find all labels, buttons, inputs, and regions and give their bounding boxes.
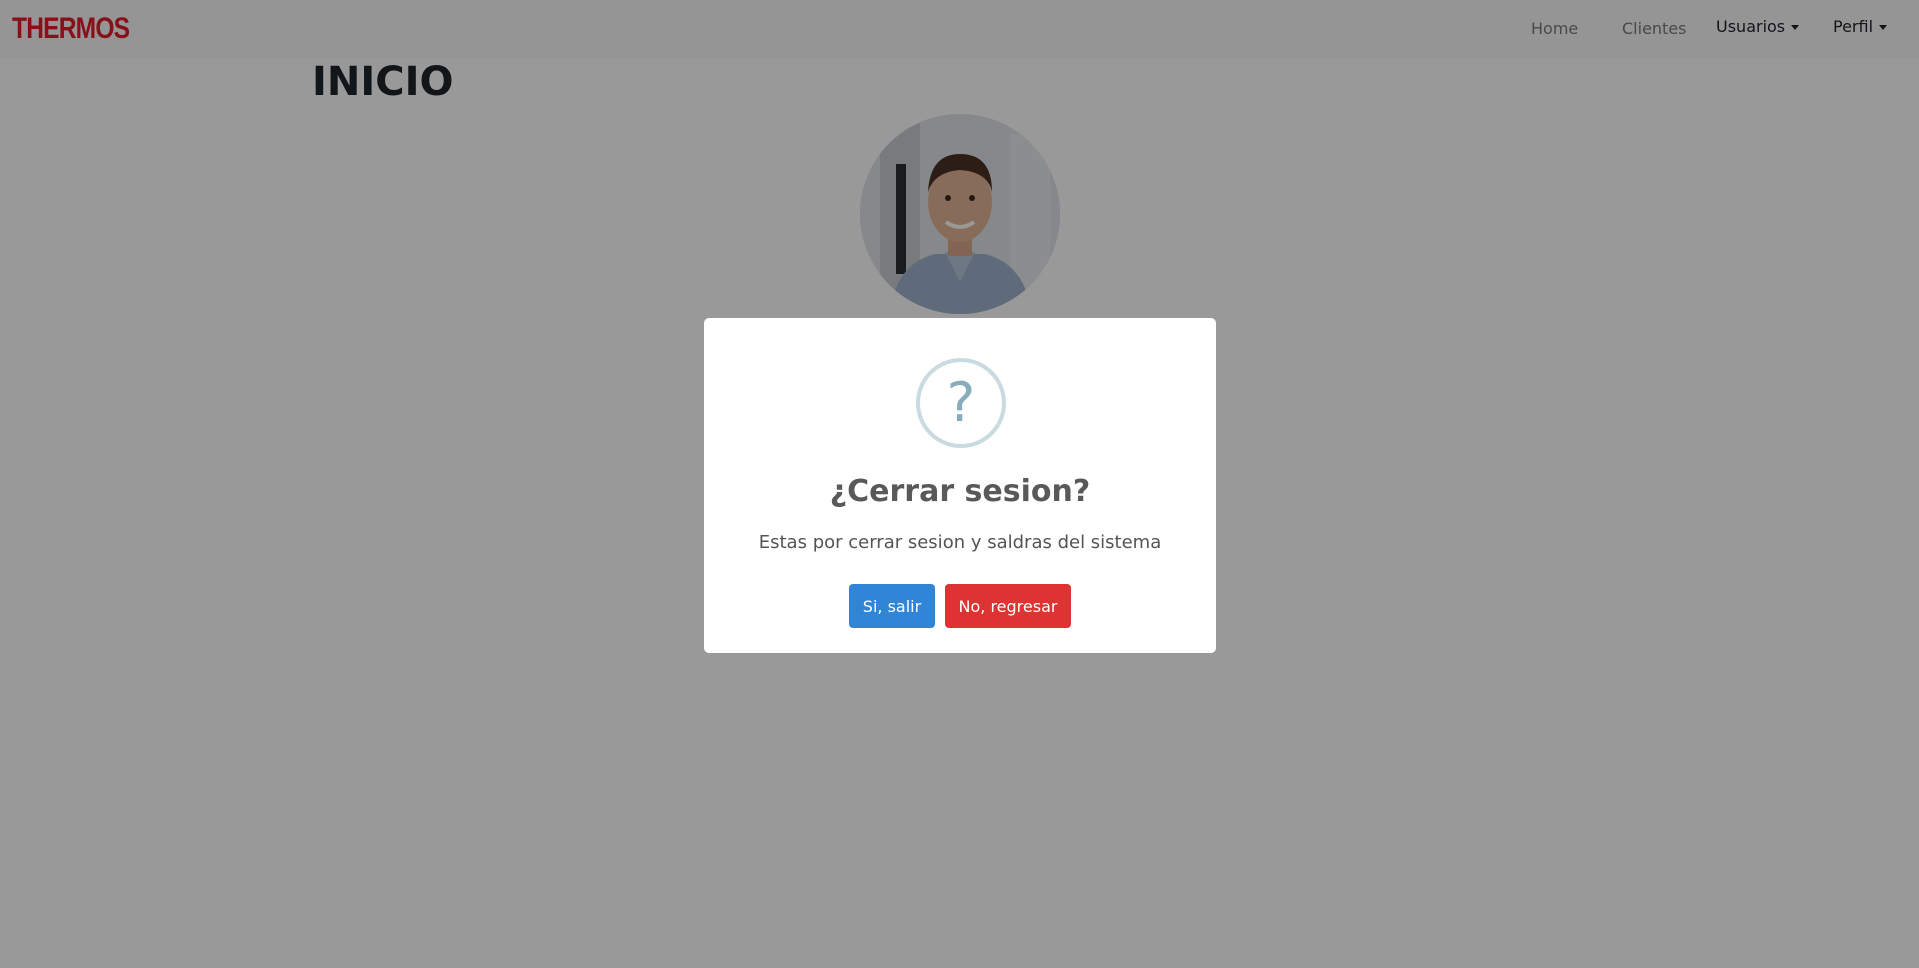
- confirm-logout-button[interactable]: Si, salir: [849, 584, 935, 628]
- dialog-title: ¿Cerrar sesion?: [829, 474, 1091, 509]
- cancel-logout-button[interactable]: No, regresar: [945, 584, 1071, 628]
- logout-dialog: ? ¿Cerrar sesion? Estas por cerrar sesio…: [704, 318, 1216, 653]
- page: THERMOS Home Clientes Usuarios Perfil IN…: [0, 0, 1919, 968]
- dialog-message: Estas por cerrar sesion y saldras del si…: [758, 532, 1162, 553]
- question-icon: ?: [916, 358, 1006, 448]
